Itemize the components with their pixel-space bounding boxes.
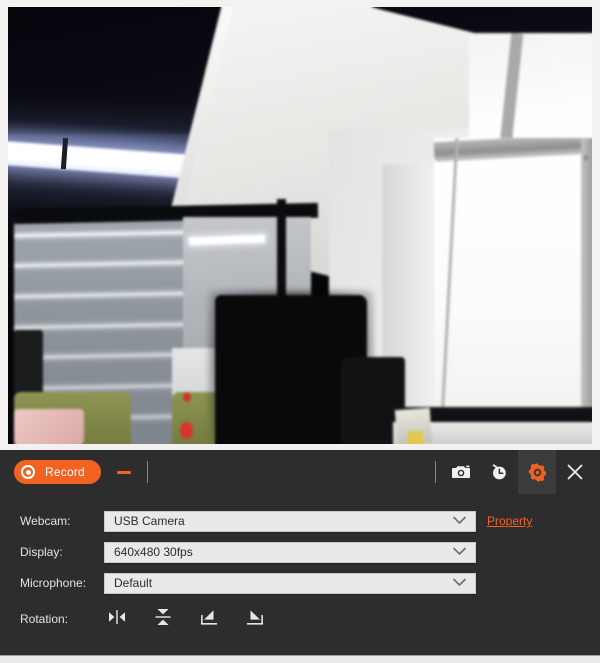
- minimize-button[interactable]: [115, 463, 133, 481]
- display-select-value: 640x480 30fps: [114, 545, 193, 559]
- clock-icon: [489, 462, 509, 482]
- flip-vertical-button[interactable]: [152, 608, 174, 630]
- chevron-down-icon: [453, 576, 466, 590]
- microphone-row: Microphone: Default: [0, 568, 600, 598]
- rotate-left-icon: [199, 607, 219, 632]
- webcam-live-preview[interactable]: [8, 7, 592, 444]
- window-mullion-right: [527, 138, 542, 426]
- display-select[interactable]: 640x480 30fps: [104, 541, 476, 563]
- rotation-label: Rotation:: [20, 612, 69, 626]
- toolbar-divider-left: [146, 461, 148, 483]
- rotate-left-button[interactable]: [198, 608, 220, 630]
- webcam-select[interactable]: USB Camera: [104, 510, 476, 532]
- chevron-down-icon: [453, 545, 466, 559]
- gear-icon: [527, 462, 548, 483]
- display-label: Display:: [20, 545, 63, 559]
- foreground-object: [13, 409, 84, 444]
- window-frame-right: [580, 138, 592, 427]
- chevron-down-icon: [453, 514, 466, 528]
- settings-button[interactable]: [518, 450, 556, 494]
- minimize-icon: [116, 470, 131, 474]
- window-bottom-edge: [0, 656, 600, 663]
- record-button[interactable]: Record: [14, 460, 101, 484]
- flip-horizontal-button[interactable]: [106, 608, 128, 630]
- webcam-row: Webcam: USB Camera Property: [0, 506, 600, 536]
- timer-button[interactable]: [480, 450, 518, 494]
- rotate-right-button[interactable]: [244, 608, 266, 630]
- microphone-select[interactable]: Default: [104, 572, 476, 594]
- window-mullion-left: [440, 138, 460, 427]
- snapshot-button[interactable]: [442, 450, 480, 494]
- close-button[interactable]: [556, 450, 594, 494]
- rotation-row: Rotation:: [0, 604, 600, 634]
- property-link[interactable]: Property: [487, 514, 532, 528]
- window: [434, 138, 592, 427]
- record-button-label: Record: [45, 465, 85, 479]
- toolbar-divider-right: [435, 461, 436, 483]
- webcam-select-value: USB Camera: [114, 514, 185, 528]
- webcam-label: Webcam:: [20, 514, 71, 528]
- yellow-object: [408, 430, 424, 444]
- display-row: Display: 640x480 30fps: [0, 537, 600, 567]
- webcam-recorder-window: Record Webcam: USB Camera Property Displ…: [0, 0, 600, 663]
- toolbar: Record: [0, 450, 600, 494]
- preview-frame: [0, 0, 600, 450]
- flip-vertical-icon: [154, 607, 172, 632]
- rotate-right-icon: [245, 607, 265, 632]
- rotation-buttons: [104, 608, 290, 630]
- microphone-label: Microphone:: [20, 576, 87, 590]
- microphone-select-value: Default: [114, 576, 153, 590]
- close-icon: [565, 462, 585, 482]
- camera-icon: [451, 464, 471, 480]
- record-dot-icon: [21, 465, 35, 479]
- flip-horizontal-icon: [106, 609, 128, 630]
- settings-panel: Webcam: USB Camera Property Display: 640…: [0, 494, 600, 656]
